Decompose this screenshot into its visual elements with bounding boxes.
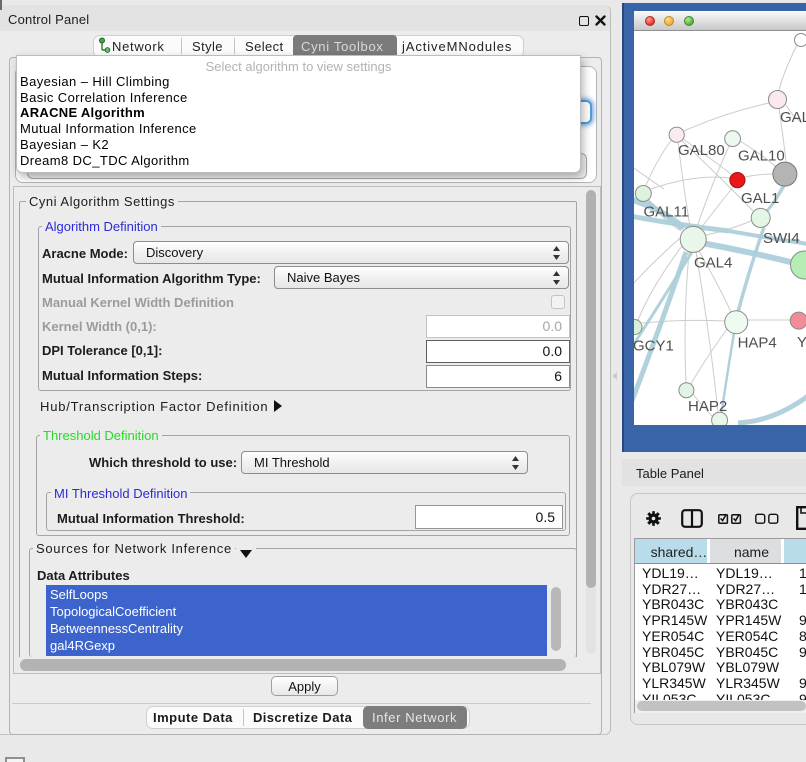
- svg-text:GAL4: GAL4: [694, 255, 732, 272]
- svg-text:GAL10: GAL10: [738, 148, 785, 165]
- svg-text:SWI4: SWI4: [763, 230, 800, 247]
- svg-text:HAP4: HAP4: [738, 335, 777, 352]
- svg-text:GAL11: GAL11: [644, 204, 690, 221]
- svg-text:GAL80: GAL80: [678, 142, 725, 159]
- svg-text:GCY1: GCY1: [634, 338, 674, 355]
- svg-text:HAP2: HAP2: [688, 398, 727, 415]
- svg-text:GAL: GAL: [780, 109, 806, 126]
- svg-text:Y: Y: [797, 334, 806, 351]
- svg-text:GAL1: GAL1: [741, 190, 779, 207]
